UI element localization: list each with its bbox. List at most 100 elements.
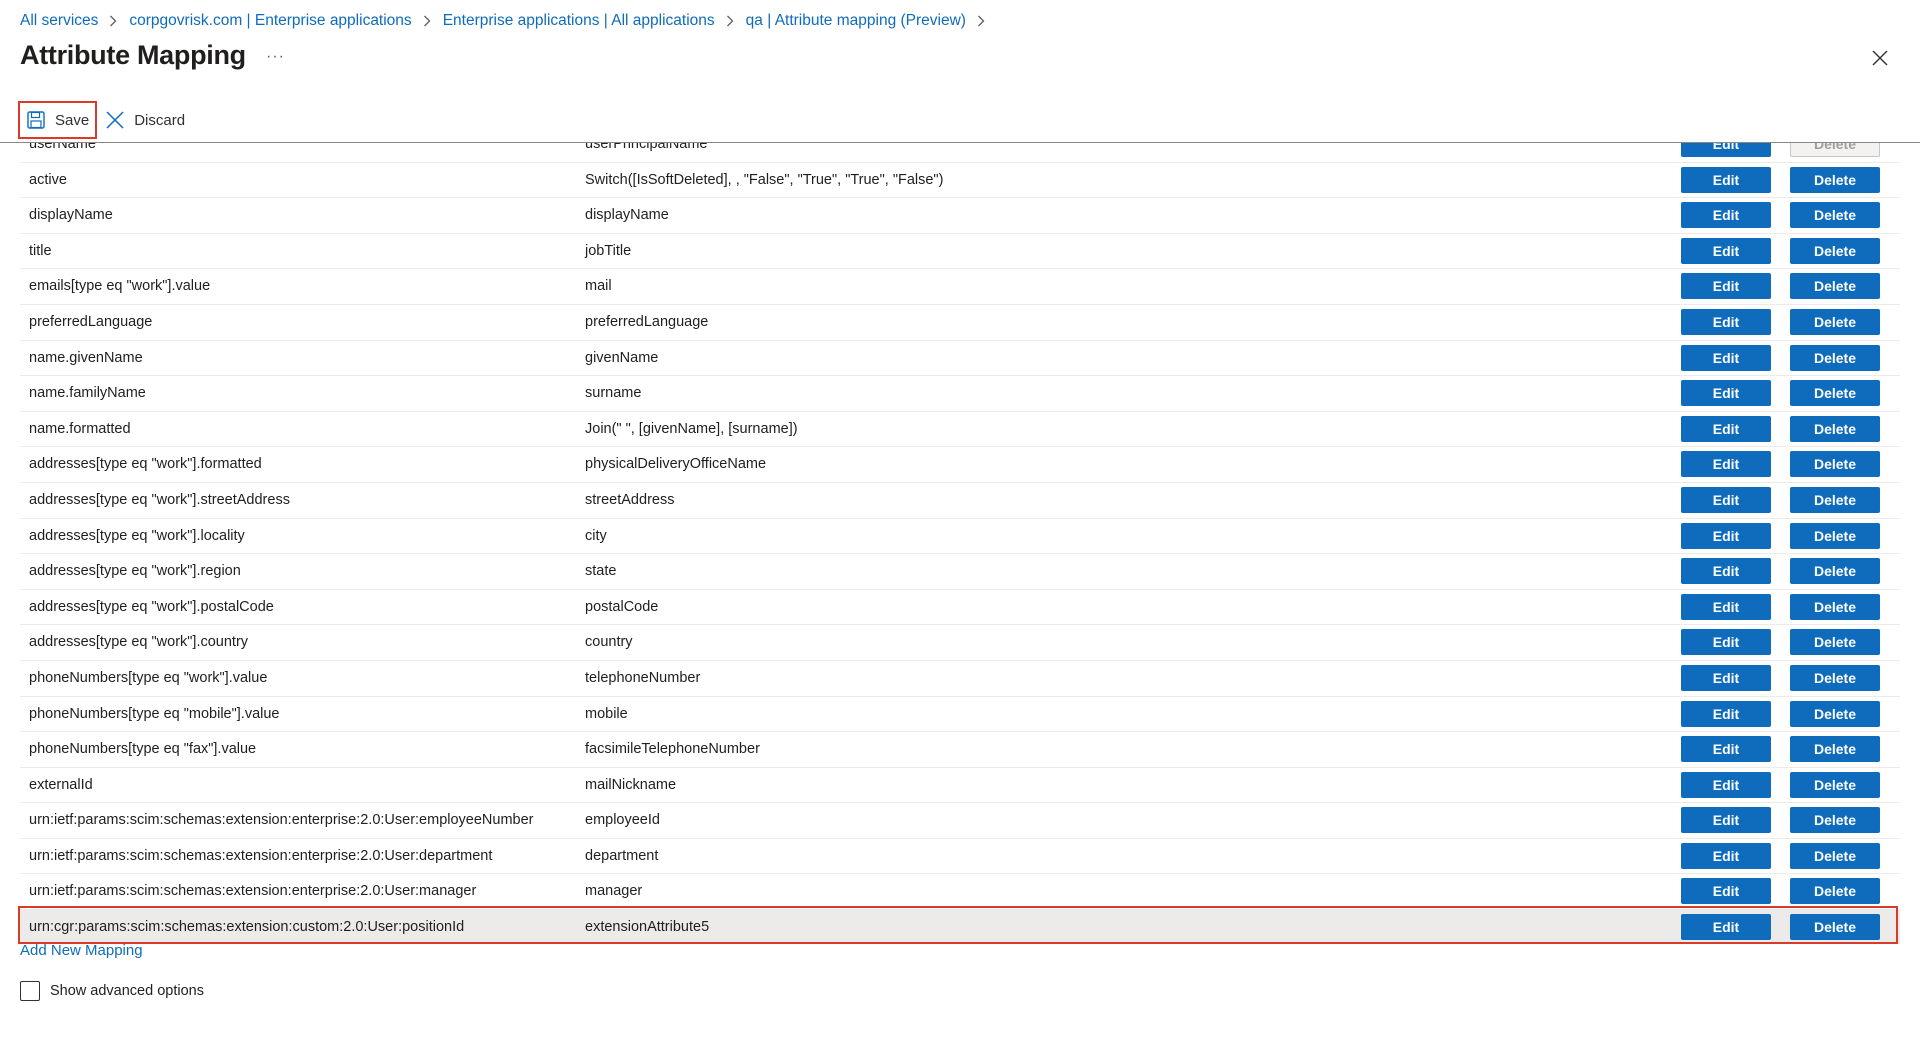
edit-button[interactable]: Edit xyxy=(1681,664,1771,691)
discard-label: Discard xyxy=(134,111,186,129)
source-attribute: mailNickname xyxy=(585,776,677,793)
delete-button[interactable]: Delete xyxy=(1790,700,1880,727)
target-attribute: urn:cgr:params:scim:schemas:extension:cu… xyxy=(29,919,465,936)
edit-button[interactable]: Edit xyxy=(1681,593,1771,620)
breadcrumb-attribute-mapping[interactable]: qa | Attribute mapping (Preview) xyxy=(746,12,966,30)
delete-button[interactable]: Delete xyxy=(1790,736,1880,763)
mapping-row: addresses[type eq "work"].formatted physi… xyxy=(20,447,1900,483)
target-attribute: addresses[type eq "work"].postalCode xyxy=(29,598,274,615)
edit-button[interactable]: Edit xyxy=(1681,166,1771,193)
edit-button[interactable]: Edit xyxy=(1681,143,1771,157)
mapping-row: name.givenName givenName Edit Delete xyxy=(20,341,1900,377)
mapping-row: userName userPrincipalName Edit Delete xyxy=(20,143,1900,163)
source-attribute: mail xyxy=(585,278,612,295)
show-advanced-options[interactable]: Show advanced options xyxy=(20,981,204,1001)
show-advanced-checkbox[interactable] xyxy=(20,981,40,1001)
delete-button[interactable]: Delete xyxy=(1790,629,1880,656)
target-attribute: addresses[type eq "work"].locality xyxy=(29,527,245,544)
edit-button[interactable]: Edit xyxy=(1681,629,1771,656)
delete-button[interactable]: Delete xyxy=(1790,558,1880,585)
target-attribute: phoneNumbers[type eq "mobile"].value xyxy=(29,705,280,722)
delete-button[interactable]: Delete xyxy=(1790,486,1880,513)
edit-button[interactable]: Edit xyxy=(1681,522,1771,549)
edit-button[interactable]: Edit xyxy=(1681,415,1771,442)
delete-button[interactable]: Delete xyxy=(1790,237,1880,264)
close-icon xyxy=(105,110,125,130)
delete-button[interactable]: Delete xyxy=(1790,273,1880,300)
source-attribute: userPrincipalName xyxy=(585,143,708,152)
delete-button[interactable]: Delete xyxy=(1790,807,1880,834)
source-attribute: mobile xyxy=(585,705,628,722)
edit-button[interactable]: Edit xyxy=(1681,558,1771,585)
target-attribute: userName xyxy=(29,143,96,152)
mapping-row: urn:ietf:params:scim:schemas:extension:e… xyxy=(20,839,1900,875)
discard-button[interactable]: Discard xyxy=(97,101,193,139)
close-icon[interactable] xyxy=(1870,48,1890,68)
add-new-mapping-link[interactable]: Add New Mapping xyxy=(20,942,143,959)
delete-button[interactable]: Delete xyxy=(1790,380,1880,407)
delete-button[interactable]: Delete xyxy=(1790,344,1880,371)
edit-button[interactable]: Edit xyxy=(1681,736,1771,763)
breadcrumb-all-services[interactable]: All services xyxy=(20,12,98,30)
target-attribute: name.familyName xyxy=(29,385,146,402)
mapping-row: emails[type eq "work"].value mail Edit Dele… xyxy=(20,269,1900,305)
delete-button[interactable]: Delete xyxy=(1790,415,1880,442)
source-attribute: surname xyxy=(585,385,642,402)
mappings-table[interactable]: userName userPrincipalName Edit Delete activ… xyxy=(20,143,1900,944)
target-attribute: urn:ietf:params:scim:schemas:extension:e… xyxy=(29,883,477,900)
delete-button[interactable]: Delete xyxy=(1790,771,1880,798)
source-attribute: extensionAttribute5 xyxy=(585,919,710,936)
save-button[interactable]: Save xyxy=(18,101,98,139)
mapping-row: phoneNumbers[type eq "fax"].value facsimi… xyxy=(20,732,1900,768)
command-bar: Save Discard xyxy=(18,101,193,139)
target-attribute: phoneNumbers[type eq "fax"].value xyxy=(29,741,257,758)
delete-button[interactable]: Delete xyxy=(1790,308,1880,335)
edit-button[interactable]: Edit xyxy=(1681,273,1771,300)
delete-button[interactable]: Delete xyxy=(1790,522,1880,549)
save-icon xyxy=(26,110,46,130)
source-attribute: preferredLanguage xyxy=(585,313,709,330)
source-attribute: postalCode xyxy=(585,598,659,615)
edit-button[interactable]: Edit xyxy=(1681,202,1771,229)
delete-button[interactable]: Delete xyxy=(1790,878,1880,905)
edit-button[interactable]: Edit xyxy=(1681,771,1771,798)
edit-button[interactable]: Edit xyxy=(1681,914,1771,941)
source-attribute: givenName xyxy=(585,349,659,366)
source-attribute: employeeId xyxy=(585,812,660,829)
delete-button[interactable]: Delete xyxy=(1790,842,1880,869)
edit-button[interactable]: Edit xyxy=(1681,700,1771,727)
delete-button[interactable]: Delete xyxy=(1790,202,1880,229)
delete-button[interactable]: Delete xyxy=(1790,451,1880,478)
save-label: Save xyxy=(55,111,90,129)
edit-button[interactable]: Edit xyxy=(1681,451,1771,478)
target-attribute: addresses[type eq "work"].region xyxy=(29,563,241,580)
source-attribute: Switch([IsSoftDeleted], , "False", "True… xyxy=(585,171,944,188)
target-attribute: urn:ietf:params:scim:schemas:extension:e… xyxy=(29,812,534,829)
more-options-button[interactable]: ··· xyxy=(266,48,285,66)
delete-button[interactable]: Delete xyxy=(1790,593,1880,620)
delete-button[interactable]: Delete xyxy=(1790,914,1880,941)
edit-button[interactable]: Edit xyxy=(1681,807,1771,834)
breadcrumb-enterprise-applications[interactable]: corpgovrisk.com | Enterprise application… xyxy=(129,12,411,30)
delete-button[interactable]: Delete xyxy=(1790,664,1880,691)
edit-button[interactable]: Edit xyxy=(1681,380,1771,407)
edit-button[interactable]: Edit xyxy=(1681,486,1771,513)
edit-button[interactable]: Edit xyxy=(1681,842,1771,869)
mapping-row: urn:cgr:params:scim:schemas:extension:cu… xyxy=(20,910,1900,944)
source-attribute: jobTitle xyxy=(585,242,632,259)
target-attribute: urn:ietf:params:scim:schemas:extension:e… xyxy=(29,847,493,864)
edit-button[interactable]: Edit xyxy=(1681,308,1771,335)
mappings-rows: userName userPrincipalName Edit Delete activ… xyxy=(20,143,1900,944)
mapping-row: addresses[type eq "work"].streetAddress s… xyxy=(20,483,1900,519)
mapping-row: phoneNumbers[type eq "work"].value teleph… xyxy=(20,661,1900,697)
delete-button[interactable]: Delete xyxy=(1790,166,1880,193)
delete-button[interactable]: Delete xyxy=(1790,143,1880,157)
source-attribute: telephoneNumber xyxy=(585,669,701,686)
edit-button[interactable]: Edit xyxy=(1681,237,1771,264)
source-attribute: department xyxy=(585,847,659,864)
source-attribute: manager xyxy=(585,883,643,900)
edit-button[interactable]: Edit xyxy=(1681,878,1771,905)
edit-button[interactable]: Edit xyxy=(1681,344,1771,371)
breadcrumb-all-applications[interactable]: Enterprise applications | All applicatio… xyxy=(443,12,715,30)
mapping-row: phoneNumbers[type eq "mobile"].value mobi… xyxy=(20,697,1900,733)
